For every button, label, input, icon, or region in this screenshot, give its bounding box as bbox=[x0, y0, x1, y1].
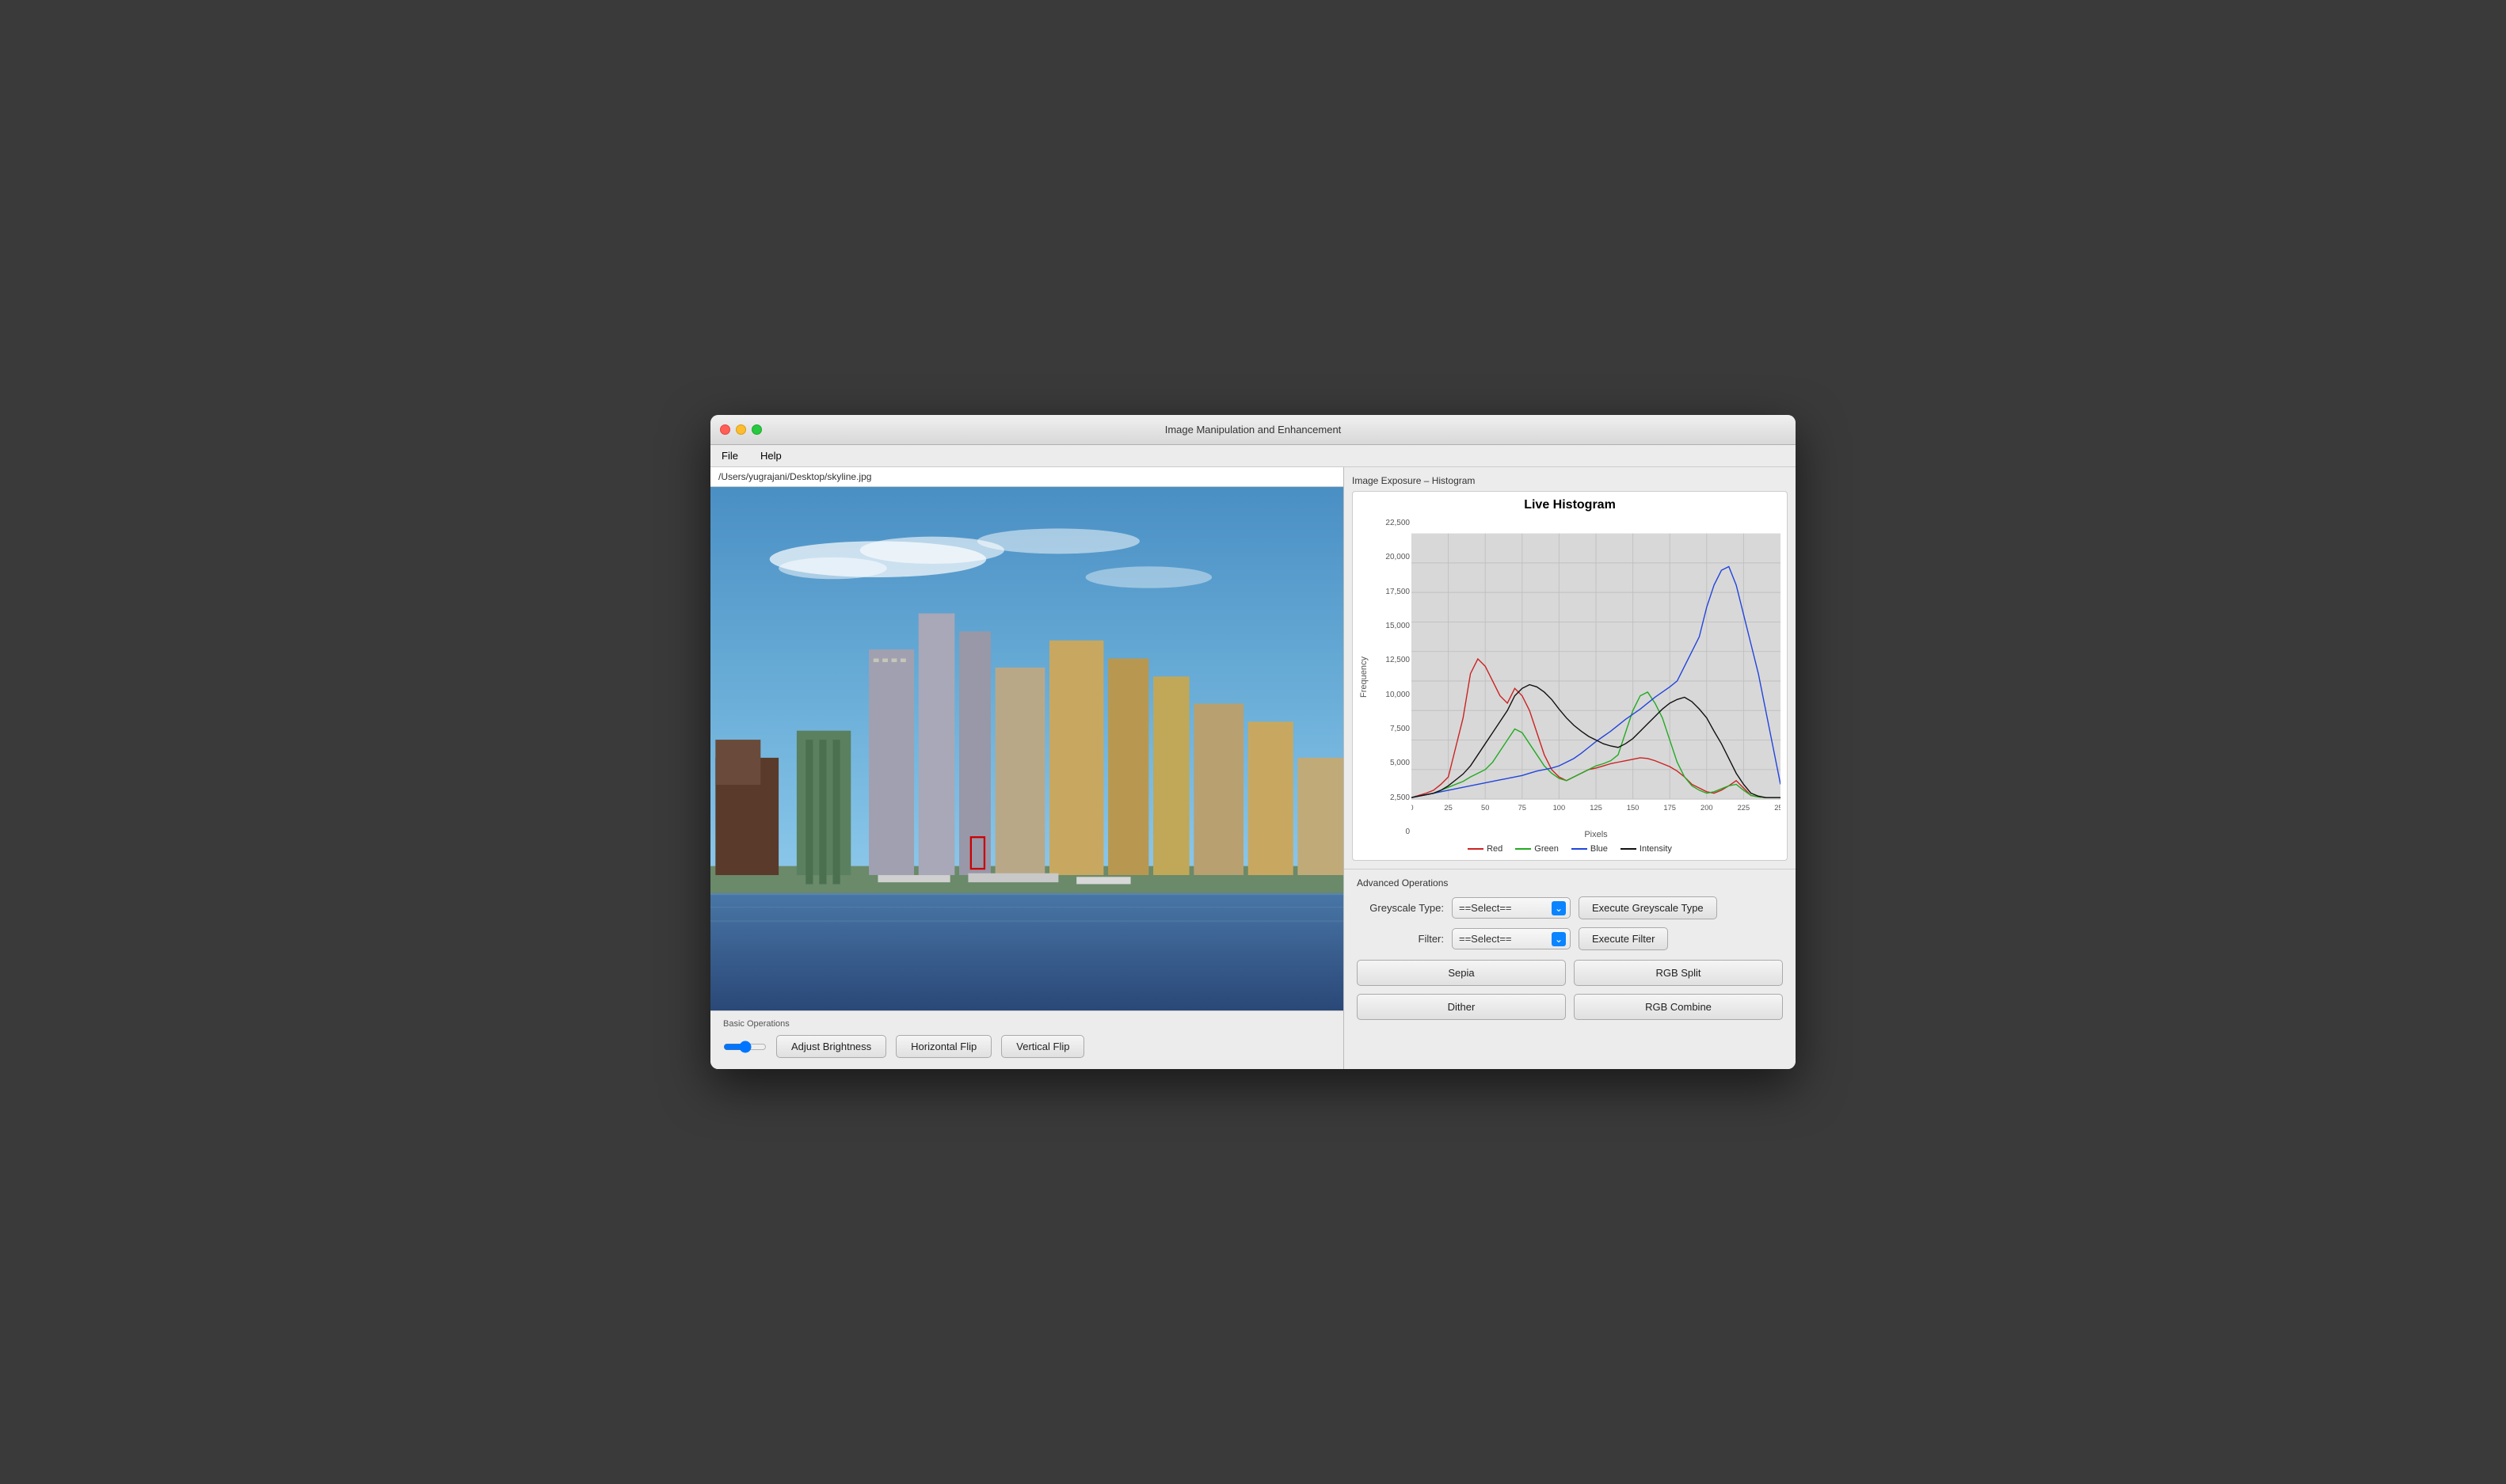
help-menu[interactable]: Help bbox=[756, 448, 786, 463]
filter-row: Filter: ==Select== Execute Filter bbox=[1357, 927, 1783, 950]
file-menu[interactable]: File bbox=[717, 448, 743, 463]
horizontal-flip-button[interactable]: Horizontal Flip bbox=[896, 1035, 992, 1058]
legend-green: Green bbox=[1515, 844, 1559, 854]
y-ticks: 22,500 20,000 17,500 15,000 12,500 10,00… bbox=[1373, 516, 1411, 839]
legend-red: Red bbox=[1468, 844, 1502, 854]
image-container bbox=[710, 487, 1343, 1010]
basic-ops-controls: Adjust Brightness Horizontal Flip Vertic… bbox=[723, 1035, 1331, 1058]
svg-text:100: 100 bbox=[1553, 804, 1566, 812]
legend-intensity-line bbox=[1621, 848, 1636, 850]
filepath-text: /Users/yugrajani/Desktop/skyline.jpg bbox=[718, 471, 871, 482]
legend-blue: Blue bbox=[1571, 844, 1608, 854]
x-axis-label: Pixels bbox=[1411, 830, 1780, 839]
left-panel: /Users/yugrajani/Desktop/skyline.jpg bbox=[710, 467, 1344, 1069]
histogram-svg: 0 25 50 75 100 125 150 175 200 225 bbox=[1411, 516, 1780, 824]
legend-green-line bbox=[1515, 848, 1531, 850]
menubar: File Help bbox=[710, 445, 1796, 467]
rgb-combine-button[interactable]: RGB Combine bbox=[1574, 994, 1783, 1020]
adjust-brightness-button[interactable]: Adjust Brightness bbox=[776, 1035, 886, 1058]
svg-text:175: 175 bbox=[1663, 804, 1676, 812]
histogram-chart-wrapper: Live Histogram Frequency 22,500 20,000 1… bbox=[1352, 491, 1788, 861]
y-tick: 20,000 bbox=[1375, 553, 1410, 561]
sepia-button[interactable]: Sepia bbox=[1357, 960, 1566, 986]
greyscale-select-wrapper: ==Select== bbox=[1452, 897, 1571, 919]
image-svg bbox=[710, 487, 1343, 1010]
titlebar: Image Manipulation and Enhancement bbox=[710, 415, 1796, 445]
legend-blue-line bbox=[1571, 848, 1587, 850]
histogram-legend: Red Green Blue Intensity bbox=[1359, 844, 1780, 854]
window-title: Image Manipulation and Enhancement bbox=[1165, 424, 1342, 436]
dither-rgbcombine-row: Dither RGB Combine bbox=[1357, 994, 1783, 1020]
advanced-ops-label: Advanced Operations bbox=[1357, 877, 1783, 888]
maximize-icon[interactable] bbox=[752, 424, 762, 435]
dither-button[interactable]: Dither bbox=[1357, 994, 1566, 1020]
y-tick: 7,500 bbox=[1375, 725, 1410, 733]
traffic-lights bbox=[720, 424, 762, 435]
right-panel: Image Exposure – Histogram Live Histogra… bbox=[1344, 467, 1796, 1069]
close-icon[interactable] bbox=[720, 424, 730, 435]
legend-red-line bbox=[1468, 848, 1483, 850]
y-tick: 12,500 bbox=[1375, 656, 1410, 664]
greyscale-row: Greyscale Type: ==Select== Execute Greys… bbox=[1357, 896, 1783, 919]
y-tick: 15,000 bbox=[1375, 622, 1410, 630]
brightness-slider[interactable] bbox=[723, 1041, 767, 1053]
svg-text:125: 125 bbox=[1590, 804, 1602, 812]
filepath-bar: /Users/yugrajani/Desktop/skyline.jpg bbox=[710, 467, 1343, 487]
histogram-title: Live Histogram bbox=[1359, 498, 1780, 512]
minimize-icon[interactable] bbox=[736, 424, 746, 435]
filter-select-wrapper: ==Select== bbox=[1452, 928, 1571, 949]
app-window: Image Manipulation and Enhancement File … bbox=[710, 415, 1796, 1069]
svg-text:0: 0 bbox=[1411, 804, 1414, 812]
advanced-ops-panel: Advanced Operations Greyscale Type: ==Se… bbox=[1344, 869, 1796, 1028]
histogram-section: Image Exposure – Histogram Live Histogra… bbox=[1344, 467, 1796, 869]
histogram-section-label: Image Exposure – Histogram bbox=[1352, 475, 1788, 486]
y-tick: 17,500 bbox=[1375, 588, 1410, 596]
svg-text:200: 200 bbox=[1700, 804, 1713, 812]
execute-filter-button[interactable]: Execute Filter bbox=[1579, 927, 1668, 950]
y-axis-label: Frequency bbox=[1359, 516, 1373, 839]
legend-green-label: Green bbox=[1534, 844, 1559, 854]
legend-red-label: Red bbox=[1487, 844, 1502, 854]
main-content: /Users/yugrajani/Desktop/skyline.jpg bbox=[710, 467, 1796, 1069]
greyscale-label: Greyscale Type: bbox=[1357, 902, 1444, 914]
svg-text:150: 150 bbox=[1627, 804, 1640, 812]
legend-intensity-label: Intensity bbox=[1640, 844, 1672, 854]
y-tick: 0 bbox=[1375, 828, 1410, 836]
basic-ops-panel: Basic Operations Adjust Brightness Horiz… bbox=[710, 1010, 1343, 1069]
basic-ops-label: Basic Operations bbox=[723, 1019, 1331, 1029]
histogram-plot-area: 0 25 50 75 100 125 150 175 200 225 bbox=[1411, 516, 1780, 839]
filter-label: Filter: bbox=[1357, 933, 1444, 945]
rgb-split-button[interactable]: RGB Split bbox=[1574, 960, 1783, 986]
y-tick: 22,500 bbox=[1375, 519, 1410, 527]
sepia-rgbsplit-row: Sepia RGB Split bbox=[1357, 960, 1783, 986]
image-display bbox=[710, 487, 1343, 1010]
svg-text:25: 25 bbox=[1444, 804, 1452, 812]
legend-intensity: Intensity bbox=[1621, 844, 1672, 854]
svg-text:250: 250 bbox=[1774, 804, 1780, 812]
y-tick: 5,000 bbox=[1375, 759, 1410, 767]
y-tick: 10,000 bbox=[1375, 691, 1410, 699]
execute-greyscale-button[interactable]: Execute Greyscale Type bbox=[1579, 896, 1717, 919]
legend-blue-label: Blue bbox=[1590, 844, 1608, 854]
greyscale-select[interactable]: ==Select== bbox=[1452, 897, 1571, 919]
y-tick: 2,500 bbox=[1375, 793, 1410, 802]
svg-text:50: 50 bbox=[1481, 804, 1489, 812]
filter-select[interactable]: ==Select== bbox=[1452, 928, 1571, 949]
svg-text:225: 225 bbox=[1738, 804, 1750, 812]
vertical-flip-button[interactable]: Vertical Flip bbox=[1001, 1035, 1084, 1058]
svg-text:75: 75 bbox=[1518, 804, 1526, 812]
